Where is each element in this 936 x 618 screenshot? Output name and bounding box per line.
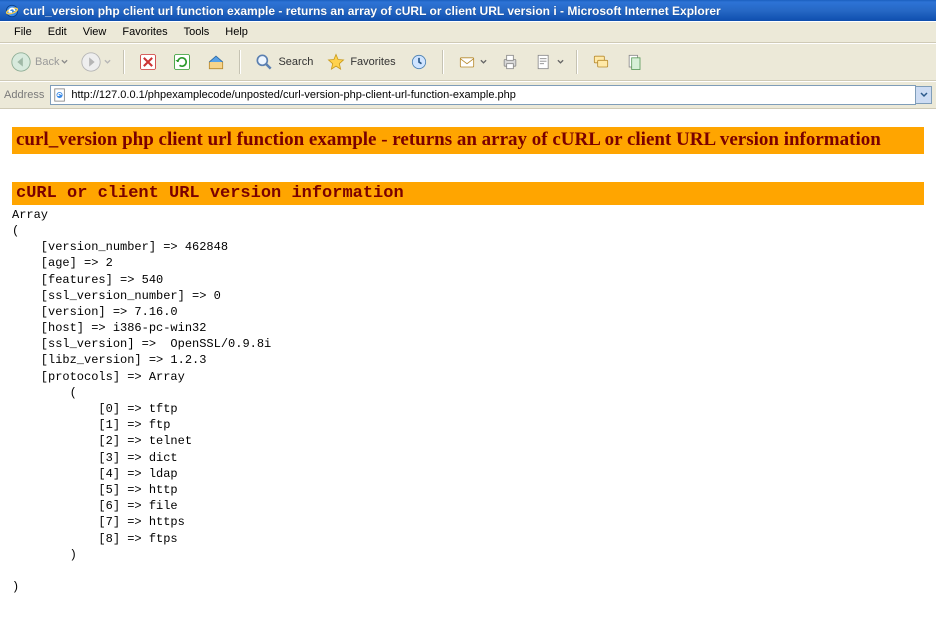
menu-file[interactable]: File [6, 24, 40, 40]
toolbar-separator [442, 50, 444, 74]
menu-help[interactable]: Help [217, 24, 256, 40]
page-heading-1: curl_version php client url function exa… [12, 127, 924, 154]
window-title-bar: curl_version php client url function exa… [0, 0, 936, 21]
toolbar-separator [239, 50, 241, 74]
mail-icon [456, 51, 478, 73]
research-icon [624, 51, 646, 73]
edit-button[interactable] [529, 49, 568, 75]
address-dropdown[interactable] [916, 86, 932, 104]
search-button[interactable]: Search [249, 49, 317, 75]
back-label: Back [35, 56, 59, 68]
toolbar: Back Search Favorites [0, 43, 936, 81]
ie-page-icon [53, 88, 67, 102]
favorites-label: Favorites [350, 56, 395, 68]
toolbar-separator [123, 50, 125, 74]
address-url: http://127.0.0.1/phpexamplecode/unposted… [71, 89, 913, 101]
refresh-button[interactable] [167, 49, 197, 75]
history-button[interactable] [404, 49, 434, 75]
toolbar-separator [576, 50, 578, 74]
ie-icon [5, 4, 19, 18]
history-icon [408, 51, 430, 73]
star-icon [325, 51, 347, 73]
forward-icon [80, 51, 102, 73]
stop-button[interactable] [133, 49, 163, 75]
chevron-down-icon [104, 57, 111, 67]
address-label: Address [4, 89, 44, 101]
page-content: curl_version php client url function exa… [0, 109, 936, 618]
forward-button[interactable] [76, 49, 115, 75]
favorites-button[interactable]: Favorites [321, 49, 399, 75]
chevron-down-icon [61, 57, 68, 67]
edit-icon [533, 51, 555, 73]
array-dump: Array ( [version_number] => 462848 [age]… [12, 207, 924, 596]
print-button[interactable] [495, 49, 525, 75]
menu-tools[interactable]: Tools [176, 24, 218, 40]
refresh-icon [171, 51, 193, 73]
chevron-down-icon [557, 57, 564, 67]
mail-button[interactable] [452, 49, 491, 75]
search-label: Search [278, 56, 313, 68]
window-title: curl_version php client url function exa… [23, 4, 721, 18]
back-icon [10, 51, 32, 73]
home-icon [205, 51, 227, 73]
discuss-icon [590, 51, 612, 73]
print-icon [499, 51, 521, 73]
search-icon [253, 51, 275, 73]
address-bar: Address http://127.0.0.1/phpexamplecode/… [0, 81, 936, 109]
home-button[interactable] [201, 49, 231, 75]
research-button[interactable] [620, 49, 650, 75]
menu-view[interactable]: View [75, 24, 115, 40]
chevron-down-icon [480, 57, 487, 67]
back-button[interactable]: Back [6, 49, 72, 75]
menu-favorites[interactable]: Favorites [114, 24, 175, 40]
stop-icon [137, 51, 159, 73]
address-input[interactable]: http://127.0.0.1/phpexamplecode/unposted… [50, 85, 916, 105]
menu-edit[interactable]: Edit [40, 24, 75, 40]
menu-bar: File Edit View Favorites Tools Help [0, 21, 936, 43]
discuss-button[interactable] [586, 49, 616, 75]
page-heading-2: cURL or client URL version information [12, 182, 924, 205]
chevron-down-icon [920, 91, 928, 99]
